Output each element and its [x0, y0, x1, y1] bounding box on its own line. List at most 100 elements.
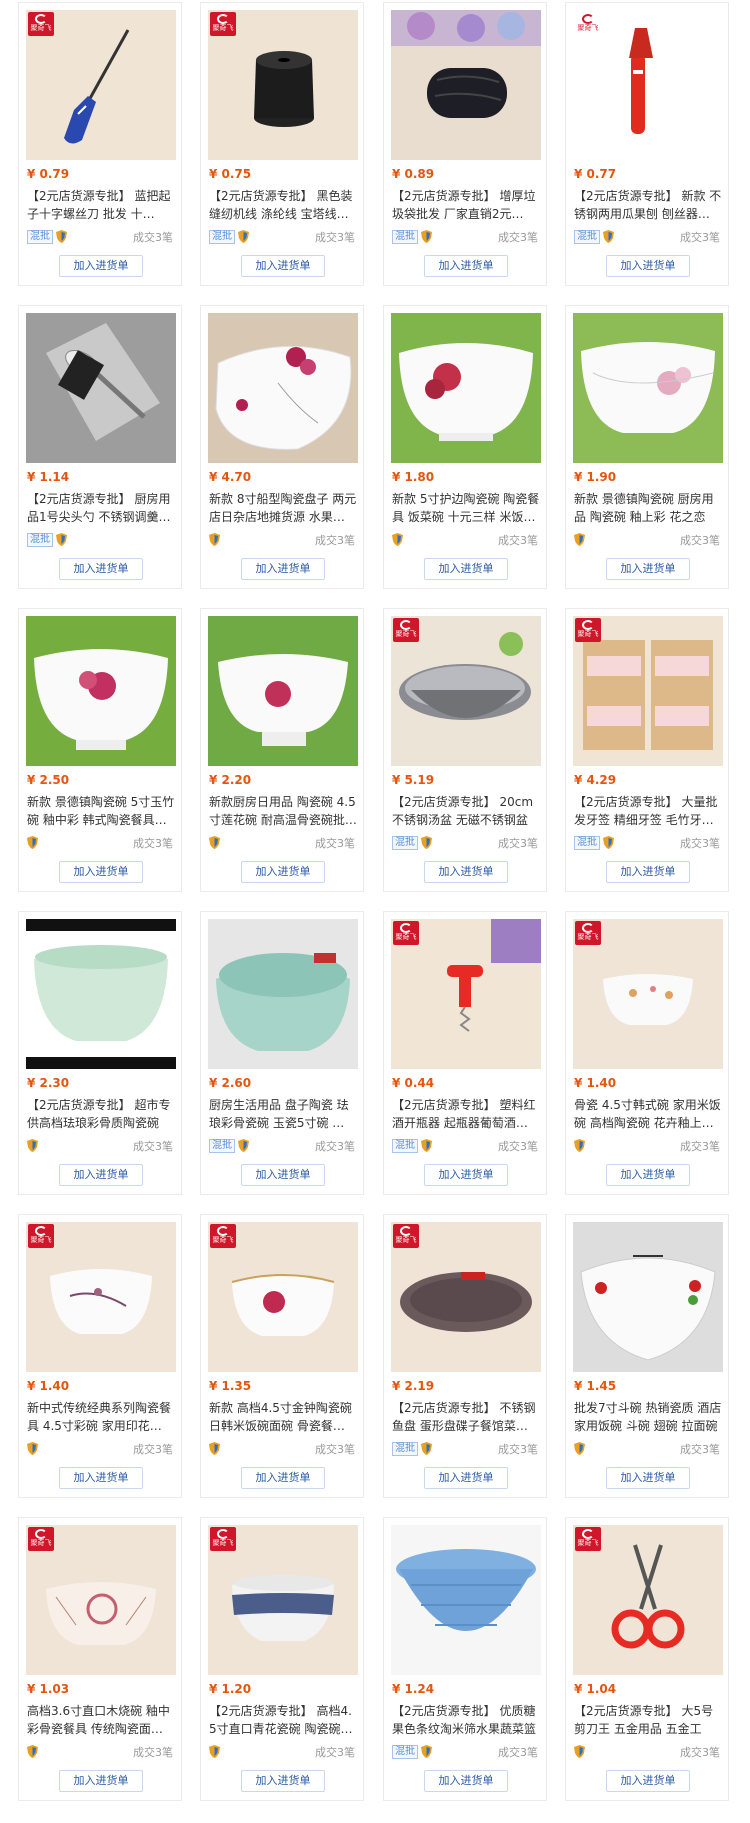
product-card[interactable]: ¥ 2.60 厨房生活用品 盘子陶瓷 珐琅彩骨瓷碗 玉瓷5寸碗 … 混批 成交3笔 加入… — [200, 911, 364, 1195]
product-image[interactable]: 聚奇飞 — [573, 1525, 723, 1675]
product-image[interactable]: 聚奇飞 — [26, 10, 176, 160]
product-title[interactable]: 【2元店货源专批】 增厚垃圾袋批发 厂家直销2元… — [392, 187, 542, 223]
add-to-purchase-list-button[interactable]: 加入进货单 — [606, 255, 690, 277]
product-card[interactable]: 聚奇飞 ¥ 0.75 【2元店货源专批】 黑色装缝纫机线 涤纶线 宝塔线… 混批 成交3… — [200, 2, 364, 286]
add-to-purchase-list-button[interactable]: 加入进货单 — [424, 861, 508, 883]
add-to-purchase-list-button[interactable]: 加入进货单 — [424, 255, 508, 277]
product-title[interactable]: 新款 8寸船型陶瓷盘子 两元店日杂店地摊货源 水果… — [209, 490, 359, 526]
product-image[interactable]: 聚奇飞 — [26, 1222, 176, 1372]
product-card[interactable]: 聚奇飞 ¥ 0.79 【2元店货源专批】 蓝把起子十字螺丝刀 批发 十… 混批 成交3笔… — [18, 2, 182, 286]
product-image[interactable]: 聚奇飞 — [573, 919, 723, 1069]
product-image[interactable] — [573, 313, 723, 463]
product-image[interactable]: 聚奇飞 — [391, 616, 541, 766]
product-image[interactable]: 聚奇飞 — [208, 1222, 358, 1372]
add-to-purchase-list-button[interactable]: 加入进货单 — [59, 558, 143, 580]
product-title[interactable]: 【2元店货源专批】 大量批发牙签 精细牙签 毛竹牙… — [574, 793, 724, 829]
product-title[interactable]: 厨房生活用品 盘子陶瓷 珐琅彩骨瓷碗 玉瓷5寸碗 … — [209, 1096, 359, 1132]
product-image[interactable] — [391, 313, 541, 463]
product-card[interactable]: ¥ 4.70 新款 8寸船型陶瓷盘子 两元店日杂店地摊货源 水果… 成交3笔 加入进货… — [200, 305, 364, 589]
product-image[interactable] — [208, 616, 358, 766]
product-card[interactable]: ¥ 2.30 【2元店货源专批】 超市专供高档珐琅彩骨质陶瓷碗 成交3笔 加入进货单 — [18, 911, 182, 1195]
add-to-purchase-list-button[interactable]: 加入进货单 — [241, 1770, 325, 1792]
product-card[interactable]: 聚奇飞 ¥ 1.40 新中式传统经典系列陶瓷餐具 4.5寸彩碗 家用印花… 成交3笔加… — [18, 1214, 182, 1498]
product-image[interactable] — [26, 616, 176, 766]
product-title[interactable]: 高档3.6寸直口木烧碗 釉中彩骨瓷餐具 传统陶瓷面… — [27, 1702, 177, 1738]
add-to-purchase-list-button[interactable]: 加入进货单 — [59, 1770, 143, 1792]
product-card[interactable]: 聚奇飞 ¥ 0.44 【2元店货源专批】 塑料红酒开瓶器 起瓶器葡萄酒… 混批 成交3笔… — [383, 911, 547, 1195]
product-card[interactable]: ¥ 2.50 新款 景德镇陶瓷碗 5寸玉竹碗 釉中彩 韩式陶瓷餐具… 成交3笔 加入进… — [18, 608, 182, 892]
product-card[interactable]: ¥ 1.90 新款 景德镇陶瓷碗 厨房用品 陶瓷碗 釉上彩 花之恋 成交3笔 加入进货… — [565, 305, 729, 589]
product-title[interactable]: 【2元店货源专批】 20cm不锈钢汤盆 无磁不锈钢盆 — [392, 793, 542, 829]
product-image[interactable] — [208, 919, 358, 1069]
product-title[interactable]: 【2元店货源专批】 大5号剪刀王 五金用品 五金工具… — [574, 1702, 724, 1738]
product-title[interactable]: 新款 5寸护边陶瓷碗 陶瓷餐具 饭菜碗 十元三样 米饭… — [392, 490, 542, 526]
product-image[interactable]: 聚奇飞 — [391, 1222, 541, 1372]
add-to-purchase-list-button[interactable]: 加入进货单 — [606, 861, 690, 883]
product-title[interactable]: 【2元店货源专批】 塑料红酒开瓶器 起瓶器葡萄酒… — [392, 1096, 542, 1132]
product-photo — [391, 1525, 541, 1675]
add-to-purchase-list-button[interactable]: 加入进货单 — [606, 1770, 690, 1792]
logo-icon — [217, 14, 229, 24]
product-card[interactable]: ¥ 0.89 【2元店货源专批】 增厚垃圾袋批发 厂家直销2元… 混批 成交3笔 加入进… — [383, 2, 547, 286]
product-card[interactable]: ¥ 1.14 【2元店货源专批】 厨房用品1号尖头勺 不锈钢调羹… 混批 加入进货单 — [18, 305, 182, 589]
product-card[interactable]: 聚奇飞 ¥ 1.35 新款 高档4.5寸金钟陶瓷碗 日韩米饭碗面碗 骨瓷餐… 成交3笔… — [200, 1214, 364, 1498]
product-card[interactable]: ¥ 1.80 新款 5寸护边陶瓷碗 陶瓷餐具 饭菜碗 十元三样 米饭… 成交3笔 加入… — [383, 305, 547, 589]
product-image[interactable] — [391, 10, 541, 160]
add-to-purchase-list-button[interactable]: 加入进货单 — [424, 1467, 508, 1489]
product-title[interactable]: 【2元店货源专批】 厨房用品1号尖头勺 不锈钢调羹… — [27, 490, 177, 526]
add-to-purchase-list-button[interactable]: 加入进货单 — [241, 861, 325, 883]
product-title[interactable]: 【2元店货源专批】 蓝把起子十字螺丝刀 批发 十… — [27, 187, 177, 223]
product-image[interactable] — [208, 313, 358, 463]
add-to-purchase-list-button[interactable]: 加入进货单 — [424, 558, 508, 580]
product-title[interactable]: 新款 景德镇陶瓷碗 5寸玉竹碗 釉中彩 韩式陶瓷餐具… — [27, 793, 177, 829]
product-title[interactable]: 新款厨房日用品 陶瓷碗 4.5寸莲花碗 耐高温骨瓷碗批… — [209, 793, 359, 829]
product-title[interactable]: 骨瓷 4.5寸韩式碗 家用米饭碗 高档陶瓷碗 花卉釉上… — [574, 1096, 724, 1132]
product-title[interactable]: 批发7寸斗碗 热销瓷质 酒店家用饭碗 斗碗 翅碗 拉面碗 — [574, 1399, 724, 1435]
add-to-purchase-list-button[interactable]: 加入进货单 — [241, 558, 325, 580]
add-to-purchase-list-button[interactable]: 加入进货单 — [424, 1164, 508, 1186]
add-to-purchase-list-button[interactable]: 加入进货单 — [241, 255, 325, 277]
product-card[interactable]: ¥ 2.20 新款厨房日用品 陶瓷碗 4.5寸莲花碗 耐高温骨瓷碗批… 成交3笔 加入… — [200, 608, 364, 892]
product-title[interactable]: 【2元店货源专批】 黑色装缝纫机线 涤纶线 宝塔线… — [209, 187, 359, 223]
product-card[interactable]: ¥ 1.24 【2元店货源专批】 优质糖果色条纹淘米筛水果蔬菜篮 混批 成交3笔 加入进… — [383, 1517, 547, 1801]
product-title[interactable]: 【2元店货源专批】 不锈钢鱼盘 蛋形盘碟子餐馆菜… — [392, 1399, 542, 1435]
product-title[interactable]: 新款 高档4.5寸金钟陶瓷碗 日韩米饭碗面碗 骨瓷餐… — [209, 1399, 359, 1435]
product-title[interactable]: 新款 景德镇陶瓷碗 厨房用品 陶瓷碗 釉上彩 花之恋 — [574, 490, 724, 526]
product-card[interactable]: 聚奇飞 ¥ 4.29 【2元店货源专批】 大量批发牙签 精细牙签 毛竹牙… 混批 成交3… — [565, 608, 729, 892]
product-card[interactable]: 聚奇飞 ¥ 1.03 高档3.6寸直口木烧碗 釉中彩骨瓷餐具 传统陶瓷面… 成交3笔加… — [18, 1517, 182, 1801]
product-card[interactable]: 聚奇飞 ¥ 1.40 骨瓷 4.5寸韩式碗 家用米饭碗 高档陶瓷碗 花卉釉上… 成交3… — [565, 911, 729, 1195]
add-to-purchase-list-button[interactable]: 加入进货单 — [241, 1164, 325, 1186]
product-image[interactable]: 聚奇飞 — [208, 10, 358, 160]
add-to-purchase-list-button[interactable]: 加入进货单 — [59, 1164, 143, 1186]
product-title[interactable]: 【2元店货源专批】 优质糖果色条纹淘米筛水果蔬菜篮 — [392, 1702, 542, 1738]
product-card[interactable]: 聚奇飞 ¥ 5.19 【2元店货源专批】 20cm不锈钢汤盆 无磁不锈钢盆 混批 成交3… — [383, 608, 547, 892]
product-image[interactable] — [391, 1525, 541, 1675]
logo-text: 聚奇飞 — [577, 24, 599, 32]
product-title[interactable]: 新中式传统经典系列陶瓷餐具 4.5寸彩碗 家用印花… — [27, 1399, 177, 1435]
product-card[interactable]: ¥ 1.45 批发7寸斗碗 热销瓷质 酒店家用饭碗 斗碗 翅碗 拉面碗 成交3笔 加入… — [565, 1214, 729, 1498]
product-image[interactable]: 聚奇飞 — [208, 1525, 358, 1675]
product-card[interactable]: 聚奇飞 ¥ 2.19 【2元店货源专批】 不锈钢鱼盘 蛋形盘碟子餐馆菜… 混批 成交3笔… — [383, 1214, 547, 1498]
product-image[interactable] — [26, 313, 176, 463]
product-image[interactable] — [26, 919, 176, 1069]
add-to-purchase-list-button[interactable]: 加入进货单 — [424, 1770, 508, 1792]
product-title[interactable]: 【2元店货源专批】 超市专供高档珐琅彩骨质陶瓷碗 — [27, 1096, 177, 1132]
product-card[interactable]: 聚奇飞 ¥ 1.20 【2元店货源专批】 高档4.5寸直口青花瓷碗 陶瓷碗… 成交3笔… — [200, 1517, 364, 1801]
product-card[interactable]: 聚奇飞 ¥ 0.77 【2元店货源专批】 新款 不锈钢两用瓜果刨 刨丝器… 混批 成交3… — [565, 2, 729, 286]
product-title[interactable]: 【2元店货源专批】 新款 不锈钢两用瓜果刨 刨丝器… — [574, 187, 724, 223]
add-to-purchase-list-button[interactable]: 加入进货单 — [241, 1467, 325, 1489]
product-image[interactable]: 聚奇飞 — [26, 1525, 176, 1675]
product-image[interactable]: 聚奇飞 — [391, 919, 541, 1069]
add-to-purchase-list-button[interactable]: 加入进货单 — [606, 1164, 690, 1186]
product-image[interactable] — [573, 1222, 723, 1372]
product-title[interactable]: 【2元店货源专批】 高档4.5寸直口青花瓷碗 陶瓷碗… — [209, 1702, 359, 1738]
product-image[interactable]: 聚奇飞 — [573, 10, 723, 160]
product-card[interactable]: 聚奇飞 ¥ 1.04 【2元店货源专批】 大5号剪刀王 五金用品 五金工具… 成交3笔… — [565, 1517, 729, 1801]
add-to-purchase-list-button[interactable]: 加入进货单 — [59, 255, 143, 277]
product-image[interactable]: 聚奇飞 — [573, 616, 723, 766]
product-price: ¥ 1.45 — [574, 1379, 617, 1393]
add-to-purchase-list-button[interactable]: 加入进货单 — [59, 861, 143, 883]
add-to-purchase-list-button[interactable]: 加入进货单 — [606, 1467, 690, 1489]
add-to-purchase-list-button[interactable]: 加入进货单 — [59, 1467, 143, 1489]
add-to-purchase-list-button[interactable]: 加入进货单 — [606, 558, 690, 580]
